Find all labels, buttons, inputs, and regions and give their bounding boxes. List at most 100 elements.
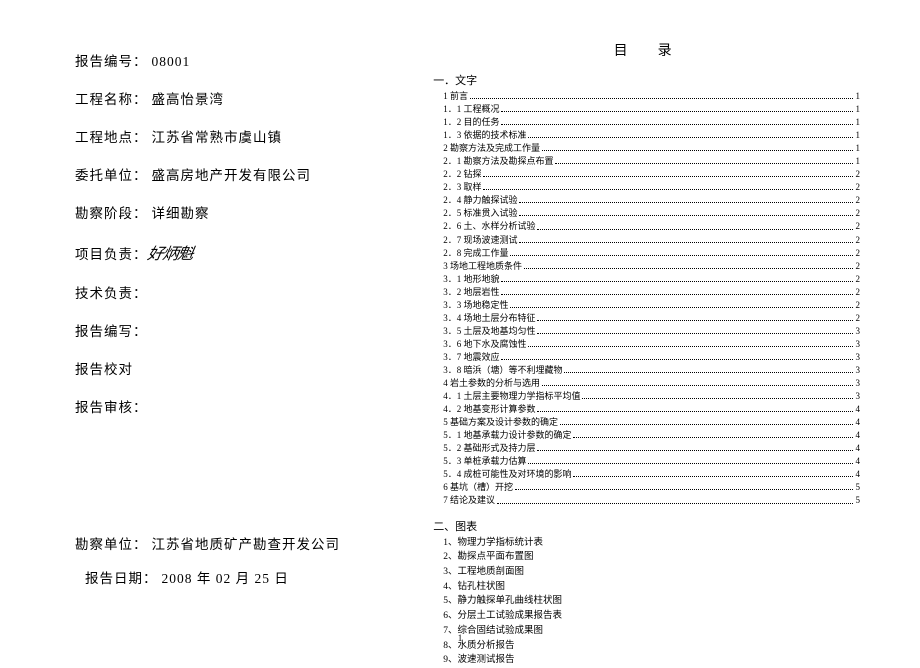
toc-entry-label: 3．2 地层岩性 <box>433 286 499 299</box>
figure-item: 6、分层土工试验成果报告表 <box>443 609 860 624</box>
project-name: 工程名称：盛高怡景湾 <box>75 88 383 108</box>
toc-dots <box>528 137 853 138</box>
toc-dots <box>483 189 853 190</box>
toc-row: 1 前言 1 <box>433 90 860 103</box>
toc-row: 1．1 工程概况1 <box>433 103 860 116</box>
toc-entry-page: 3 <box>855 364 860 377</box>
label: 勘察单位： <box>75 537 148 552</box>
toc-dots <box>582 398 853 399</box>
toc-dots <box>555 163 853 164</box>
toc-entry-label: 1．3 依据的技术标准 <box>433 129 526 142</box>
toc-row: 3．3 场地稳定性2 <box>433 299 860 312</box>
toc-entry-page: 4 <box>855 416 860 429</box>
toc-dots <box>501 111 853 112</box>
toc-entry-page: 1 <box>855 142 860 155</box>
toc-dots <box>528 346 853 347</box>
toc-row: 4．1 土层主要物理力学指标平均值 3 <box>433 390 860 403</box>
value: 江苏省常熟市虞山镇 <box>152 130 283 145</box>
label: 报告编号： <box>75 54 148 69</box>
toc-dots <box>483 176 853 177</box>
toc-row: 5 基础方案及设计参数的确定 4 <box>433 416 860 429</box>
toc-entry-page: 2 <box>855 194 860 207</box>
toc-entry-label: 5．2 基础形式及持力层 <box>433 442 535 455</box>
toc-dots <box>542 385 854 386</box>
toc-entry-page: 4 <box>855 455 860 468</box>
toc-dots <box>560 424 854 425</box>
toc-row: 2．8 完成工作量 2 <box>433 247 860 260</box>
toc-entry-label: 5 基础方案及设计参数的确定 <box>433 416 558 429</box>
toc-row: 2．4 静力触探试验2 <box>433 194 860 207</box>
toc-row: 2 勘察方法及完成工作量1 <box>433 142 860 155</box>
figure-item: 9、波速测试报告 <box>443 653 860 668</box>
toc-dots <box>519 202 853 203</box>
toc-entry-label: 3．7 地震效应 <box>433 351 499 364</box>
toc-dots <box>537 411 853 412</box>
toc-entry-page: 1 <box>855 90 860 103</box>
toc-entry-page: 3 <box>855 338 860 351</box>
toc-dots <box>537 229 853 230</box>
toc-row: 3 场地工程地质条件2 <box>433 260 860 273</box>
toc-dots <box>501 281 853 282</box>
toc-dots <box>497 503 854 504</box>
toc-row: 7 结论及建议5 <box>433 494 860 507</box>
report-date: 报告日期：2008 年 02 月 25 日 <box>75 567 383 587</box>
toc-entry-page: 3 <box>855 377 860 390</box>
toc-entry-label: 5．3 单桩承载力估算 <box>433 455 526 468</box>
figure-item: 3、工程地质剖面图 <box>443 565 860 580</box>
toc-entry-page: 1 <box>855 103 860 116</box>
figure-list: 1、物理力学指标统计表2、勘探点平面布置图3、工程地质剖面图4、钻孔柱状图5、静… <box>433 536 860 668</box>
survey-stage: 勘察阶段：详细勘察 <box>75 202 383 222</box>
toc-row: 3．1 地形地貌2 <box>433 273 860 286</box>
toc-row: 2．7 现场波速测试2 <box>433 234 860 247</box>
toc-entry-page: 1 <box>855 116 860 129</box>
client: 委托单位：盛高房地产开发有限公司 <box>75 164 383 184</box>
label: 工程地点： <box>75 130 148 145</box>
toc-entry-page: 3 <box>855 351 860 364</box>
toc-entry-page: 4 <box>855 468 860 481</box>
toc-entry-label: 4．1 土层主要物理力学指标平均值 <box>433 390 580 403</box>
toc-row: 1．3 依据的技术标准1 <box>433 129 860 142</box>
toc-row: 2．6 土、水样分析试验 2 <box>433 220 860 233</box>
toc-entry-label: 2．8 完成工作量 <box>433 247 508 260</box>
toc-entry-page: 4 <box>855 442 860 455</box>
label: 项目负责： <box>75 247 148 262</box>
toc-dots <box>510 307 853 308</box>
survey-unit: 勘察单位： 江苏省地质矿产勘查开发公司 <box>75 533 383 553</box>
toc-section-figures: 二、图表 <box>433 518 860 534</box>
toc-row: 3．4 场地土层分布特征2 <box>433 312 860 325</box>
toc-entry-page: 2 <box>855 220 860 233</box>
toc-dots <box>501 124 853 125</box>
toc-entry-page: 2 <box>855 312 860 325</box>
value: 08001 <box>152 54 191 69</box>
toc-entry-label: 1 前言 <box>433 90 468 103</box>
toc-entry-label: 3．5 土层及地基均匀性 <box>433 325 535 338</box>
signature: 好炳魁 <box>145 240 194 264</box>
toc-row: 3．2 地层岩性2 <box>433 286 860 299</box>
toc-row: 2．1 勘察方法及勘探点布置1 <box>433 155 860 168</box>
figure-item: 7、综合固结试验成果图 <box>443 624 860 639</box>
toc-entry-label: 2．6 土、水样分析试验 <box>433 220 535 233</box>
label: 技术负责： <box>75 286 148 301</box>
report-review: 报告审核： <box>75 396 383 416</box>
toc-row: 6 基坑（槽）开挖5 <box>433 481 860 494</box>
label: 委托单位： <box>75 168 148 183</box>
toc-entry-label: 2．1 勘察方法及勘探点布置 <box>433 155 553 168</box>
toc-entry-page: 3 <box>855 390 860 403</box>
toc-entry-page: 2 <box>855 273 860 286</box>
figure-item: 1、物理力学指标统计表 <box>443 536 860 551</box>
toc-entry-page: 2 <box>855 234 860 247</box>
toc-dots <box>470 98 854 99</box>
toc-dots <box>501 359 853 360</box>
toc-entry-label: 4 岩土参数的分析与选用 <box>433 377 540 390</box>
toc-entry-page: 2 <box>855 247 860 260</box>
toc-dots <box>573 476 853 477</box>
toc-dots <box>519 215 853 216</box>
toc-row: 2．5 标准贯入试验2 <box>433 207 860 220</box>
figure-item: 4、钻孔柱状图 <box>443 580 860 595</box>
toc-entry-label: 3．3 场地稳定性 <box>433 299 508 312</box>
toc-entry-page: 2 <box>855 181 860 194</box>
report-writer: 报告编写： <box>75 320 383 340</box>
label: 报告校对 <box>75 362 133 377</box>
value: 江苏省地质矿产勘查开发公司 <box>152 537 341 552</box>
toc-row: 5．4 成桩可能性及对环境的影响4 <box>433 468 860 481</box>
